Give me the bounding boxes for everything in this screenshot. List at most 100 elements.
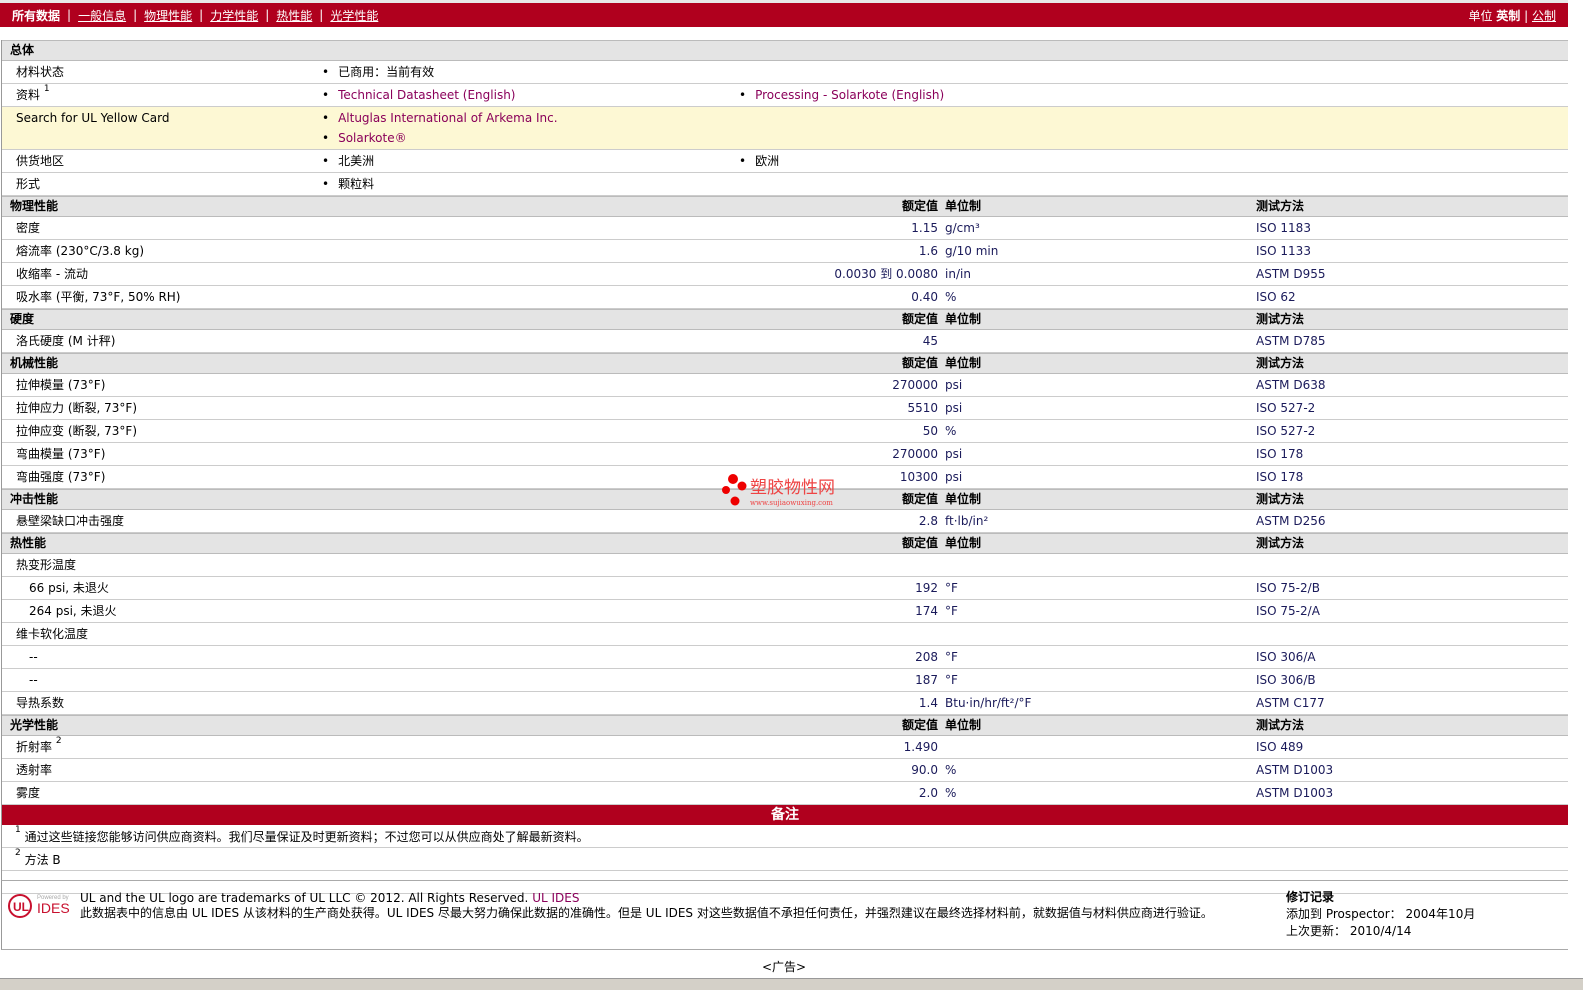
property-name: 维卡软化温度 — [16, 627, 89, 641]
property-name: 熔流率 — [16, 244, 53, 258]
property-value: 208 — [915, 650, 938, 664]
property-name: 264 psi, 未退火 — [29, 604, 117, 618]
row-item-text: 北美洲 — [338, 154, 375, 168]
property-label: 洛氏硬度 (M 计秤) — [16, 330, 115, 352]
unit-column-header: 单位制 — [945, 199, 982, 213]
unit-column-header: 单位制 — [945, 492, 982, 506]
row-label: 材料状态 — [16, 61, 64, 83]
trademark-text: UL and the UL logo are trademarks of UL … — [80, 891, 529, 905]
property-unit: psi — [945, 470, 963, 484]
section-header: 光学性能 额定值 单位制 测试方法 — [2, 715, 1568, 736]
property-value: 1.4 — [918, 696, 938, 710]
general-row: 形式 颗粒料 — [2, 173, 1568, 196]
property-unit: °F — [945, 604, 958, 618]
updated-value: 2010/4/14 — [1349, 924, 1412, 938]
unit-column-header: 单位制 — [945, 356, 982, 370]
nav-separator: | — [133, 8, 138, 22]
property-unit: ft·lb/in² — [945, 514, 989, 528]
property-label: 66 psi, 未退火 — [29, 577, 109, 599]
nav-tab[interactable]: 物理性能 — [144, 7, 192, 24]
note-row: 2 方法 B — [2, 848, 1568, 871]
nav-tab[interactable]: 热性能 — [276, 7, 312, 24]
property-value: 0.0030 到 0.0080 — [834, 267, 938, 281]
datasheet-link[interactable]: Altuglas International of Arkema Inc. — [338, 111, 557, 125]
general-row: 资料 1 Technical Datasheet (English) Process… — [2, 84, 1568, 107]
row-item-text: 已商用：当前有效 — [338, 65, 435, 79]
value-column-header: 额定值 — [901, 718, 938, 732]
watermark-url: www.sujiaowuxing.com — [750, 499, 833, 507]
property-unit: % — [945, 424, 957, 438]
property-label: 收缩率 - 流动 — [16, 263, 88, 285]
property-condition: (230°C/3.8 kg) — [55, 244, 144, 258]
nav-tab[interactable]: 一般信息 — [78, 7, 126, 24]
nav-separator: | — [67, 8, 72, 22]
property-row: 热变形温度 — [2, 554, 1568, 577]
property-name: 折射率 — [16, 740, 53, 754]
property-value: 0.40 — [911, 290, 938, 304]
method-column-header: 测试方法 — [1256, 492, 1305, 506]
footnote-number: 2 — [15, 848, 21, 858]
property-name: 拉伸模量 — [16, 378, 65, 392]
row-item: Technical Datasheet (English) — [322, 84, 515, 106]
property-name: 收缩率 — [16, 267, 53, 281]
datasheet-link[interactable]: Solarkote® — [338, 131, 407, 145]
property-condition: (M 计秤) — [67, 334, 116, 348]
note-text: 通过这些链接您能够访问供应商资料。我们尽量保证及时更新资料；不过您可以从供应商处… — [24, 830, 589, 844]
general-row: 供货地区 北美洲 欧洲 — [2, 150, 1568, 173]
property-row: -- 208 °F ISO 306/A — [2, 646, 1568, 669]
property-unit: °F — [945, 673, 958, 687]
property-label: 热变形温度 — [16, 554, 76, 576]
horizontal-scrollbar[interactable] — [0, 978, 1583, 990]
nav-tab[interactable]: 光学性能 — [330, 7, 378, 24]
section-title: 总体 — [10, 43, 35, 57]
property-row: -- 187 °F ISO 306/B — [2, 669, 1568, 692]
property-value: 1.490 — [903, 740, 938, 754]
method-column-header: 测试方法 — [1256, 312, 1305, 326]
added-value: 2004年10月 — [1405, 907, 1476, 921]
test-method: ASTM D256 — [1256, 514, 1326, 528]
property-row: 洛氏硬度 (M 计秤) 45 ASTM D785 — [2, 330, 1568, 353]
property-value: 174 — [915, 604, 938, 618]
datasheet-link[interactable]: Technical Datasheet (English) — [338, 88, 515, 102]
general-row: 材料状态 已商用：当前有效 — [2, 61, 1568, 84]
property-label: -- — [29, 646, 38, 668]
property-value: 90.0 — [911, 763, 938, 777]
datasheet-link[interactable]: Processing - Solarkote (English) — [755, 88, 944, 102]
units-option[interactable]: 公制 — [1532, 9, 1556, 23]
row-label-text: 材料状态 — [16, 65, 65, 79]
row-label: 资料 1 — [16, 84, 50, 106]
property-name: 悬壁梁缺口冲击强度 — [16, 514, 125, 528]
test-method: ISO 1183 — [1256, 221, 1311, 235]
property-unit: psi — [945, 378, 963, 392]
property-condition: (73°F) — [67, 470, 106, 484]
test-method: ASTM D1003 — [1256, 763, 1334, 777]
ul-ides-link[interactable]: UL IDES — [532, 891, 579, 905]
test-method: ISO 306/A — [1256, 650, 1316, 664]
property-value: 10300 — [899, 470, 938, 484]
property-row: 66 psi, 未退火 192 °F ISO 75-2/B — [2, 577, 1568, 600]
property-label: 透射率 — [16, 759, 52, 781]
property-label: 拉伸模量 (73°F) — [16, 374, 105, 396]
property-row: 雾度 2.0% ASTM D1003 — [2, 782, 1568, 805]
test-method: ASTM D638 — [1256, 378, 1326, 392]
nav-tab[interactable]: 力学性能 — [210, 7, 258, 24]
nav-tab[interactable]: 所有数据 — [12, 7, 60, 24]
section-header: 总体 — [2, 40, 1568, 61]
units-separator: | — [1520, 9, 1532, 23]
row-item: Solarkote® — [322, 127, 407, 149]
section-title: 热性能 — [10, 536, 47, 550]
units-option[interactable]: 英制 — [1496, 9, 1520, 23]
row-label-text: Search for UL Yellow Card — [16, 111, 170, 125]
notes-header: 备注 — [2, 805, 1568, 825]
unit-column-header: 单位制 — [945, 312, 982, 326]
property-row: 拉伸模量 (73°F) 270000 psi ASTM D638 — [2, 374, 1568, 397]
property-label: 维卡软化温度 — [16, 623, 88, 645]
property-unit: Btu·in/hr/ft²/°F — [945, 696, 1032, 710]
property-name: 66 psi, 未退火 — [29, 581, 109, 595]
property-value: 270000 — [892, 378, 938, 392]
property-name: 导热系数 — [16, 696, 65, 710]
property-label: 导热系数 — [16, 692, 64, 714]
property-condition: (73°F) — [67, 447, 106, 461]
method-column-header: 测试方法 — [1256, 718, 1305, 732]
property-label: -- — [29, 669, 38, 691]
